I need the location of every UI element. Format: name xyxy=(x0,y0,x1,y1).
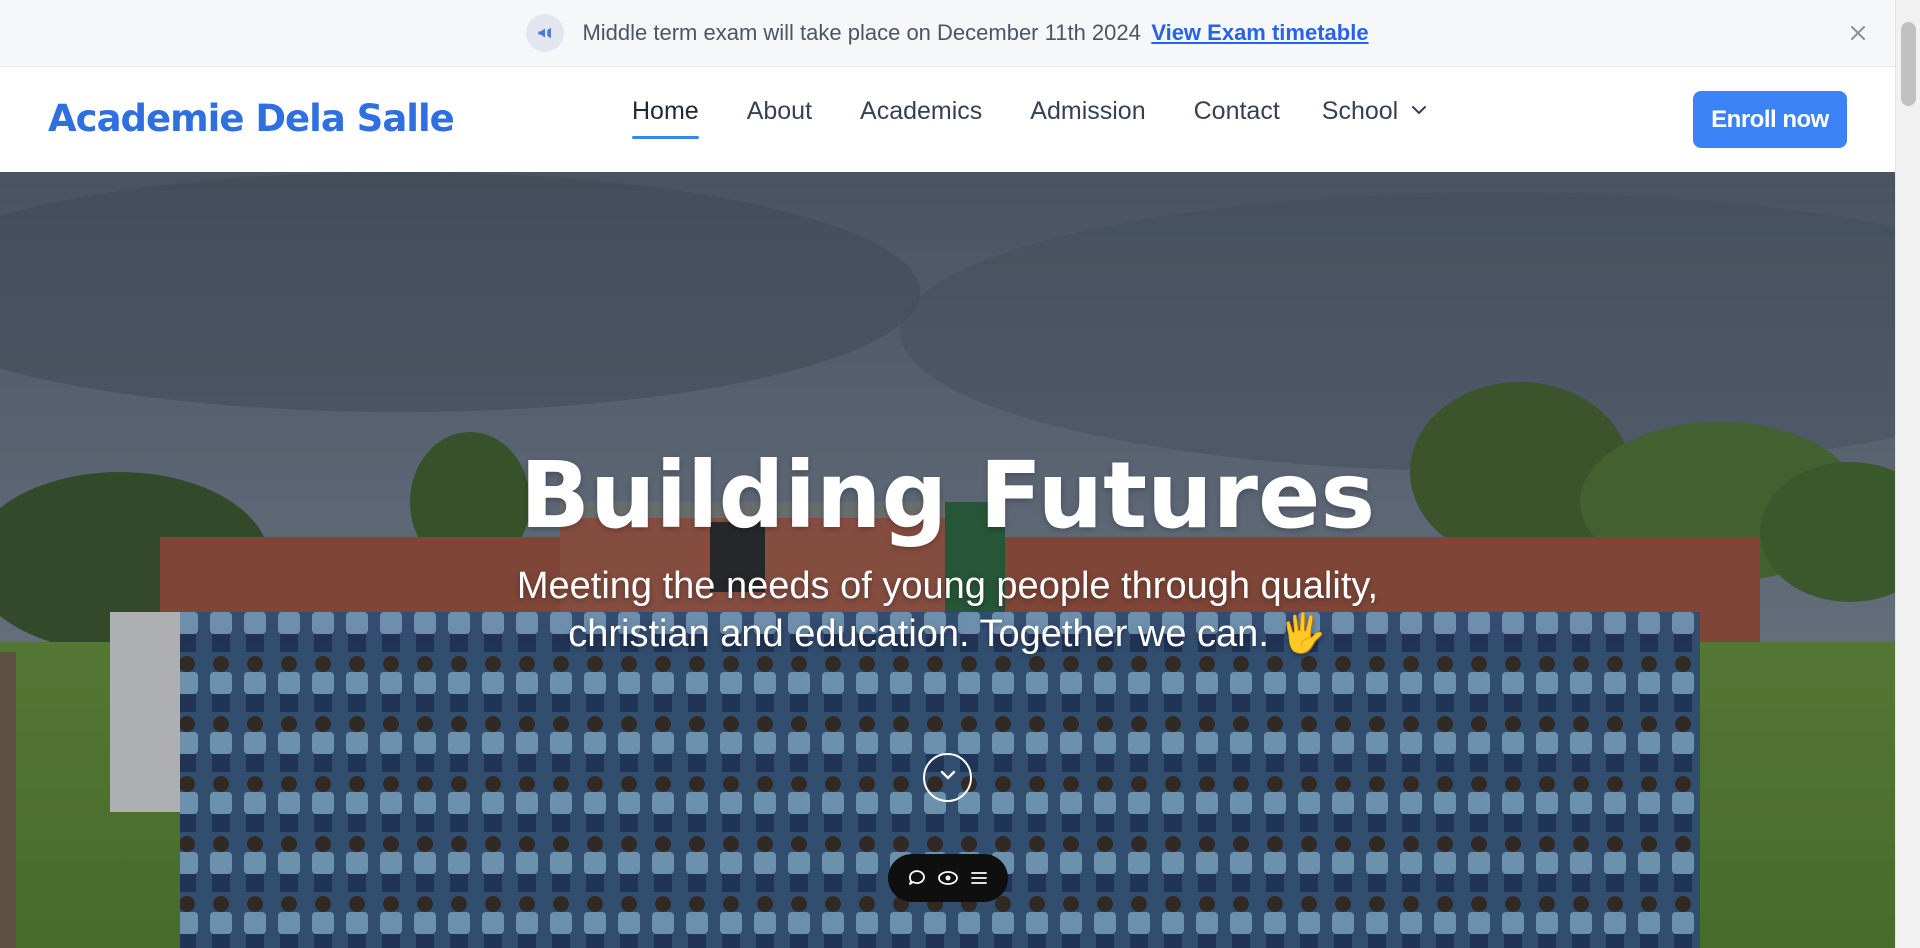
nav-school-dropdown[interactable]: School xyxy=(1322,97,1428,126)
hero-subtitle: Meeting the needs of young people throug… xyxy=(0,562,1895,658)
nav-admission[interactable]: Admission xyxy=(1030,97,1145,126)
scrollbar-thumb[interactable] xyxy=(1901,22,1916,106)
hero-subtitle-line2: christian and education. Together we can… xyxy=(568,613,1327,655)
hero-section: Building Futures Meeting the needs of yo… xyxy=(0,172,1895,948)
announcement-content: Middle term exam will take place on Dece… xyxy=(526,14,1369,52)
chat-icon[interactable] xyxy=(907,868,927,888)
enroll-now-button[interactable]: Enroll now xyxy=(1693,91,1847,148)
nav-home[interactable]: Home xyxy=(632,97,699,139)
nav-contact[interactable]: Contact xyxy=(1194,97,1280,126)
chevron-down-icon xyxy=(937,764,959,791)
hero-overlay xyxy=(0,172,1895,948)
floating-toolbar xyxy=(888,854,1008,902)
hero-subtitle-line1: Meeting the needs of young people throug… xyxy=(516,565,1379,607)
nav-school-label: School xyxy=(1321,97,1399,125)
menu-icon[interactable] xyxy=(969,868,989,888)
hero-title: Building Futures xyxy=(519,442,1376,549)
nav-academics[interactable]: Academics xyxy=(860,97,982,126)
site-logo[interactable]: Academie Dela Salle xyxy=(48,97,455,140)
exam-timetable-link[interactable]: View Exam timetable xyxy=(1151,20,1368,45)
scroll-down-button[interactable] xyxy=(923,753,972,802)
announcement-text: Middle term exam will take place on Dece… xyxy=(582,20,1141,45)
announcement-bar: Middle term exam will take place on Dece… xyxy=(0,0,1895,67)
site-header: Academie Dela Salle Home About Academics… xyxy=(0,67,1895,172)
main-nav: Home About Academics Admission Contact S… xyxy=(632,97,1476,139)
chevron-down-icon xyxy=(1410,97,1428,126)
nav-about[interactable]: About xyxy=(747,97,812,126)
close-icon[interactable] xyxy=(1845,20,1871,46)
eye-icon[interactable] xyxy=(937,868,959,888)
megaphone-icon xyxy=(526,14,565,52)
page-scrollbar[interactable] xyxy=(1895,0,1920,948)
